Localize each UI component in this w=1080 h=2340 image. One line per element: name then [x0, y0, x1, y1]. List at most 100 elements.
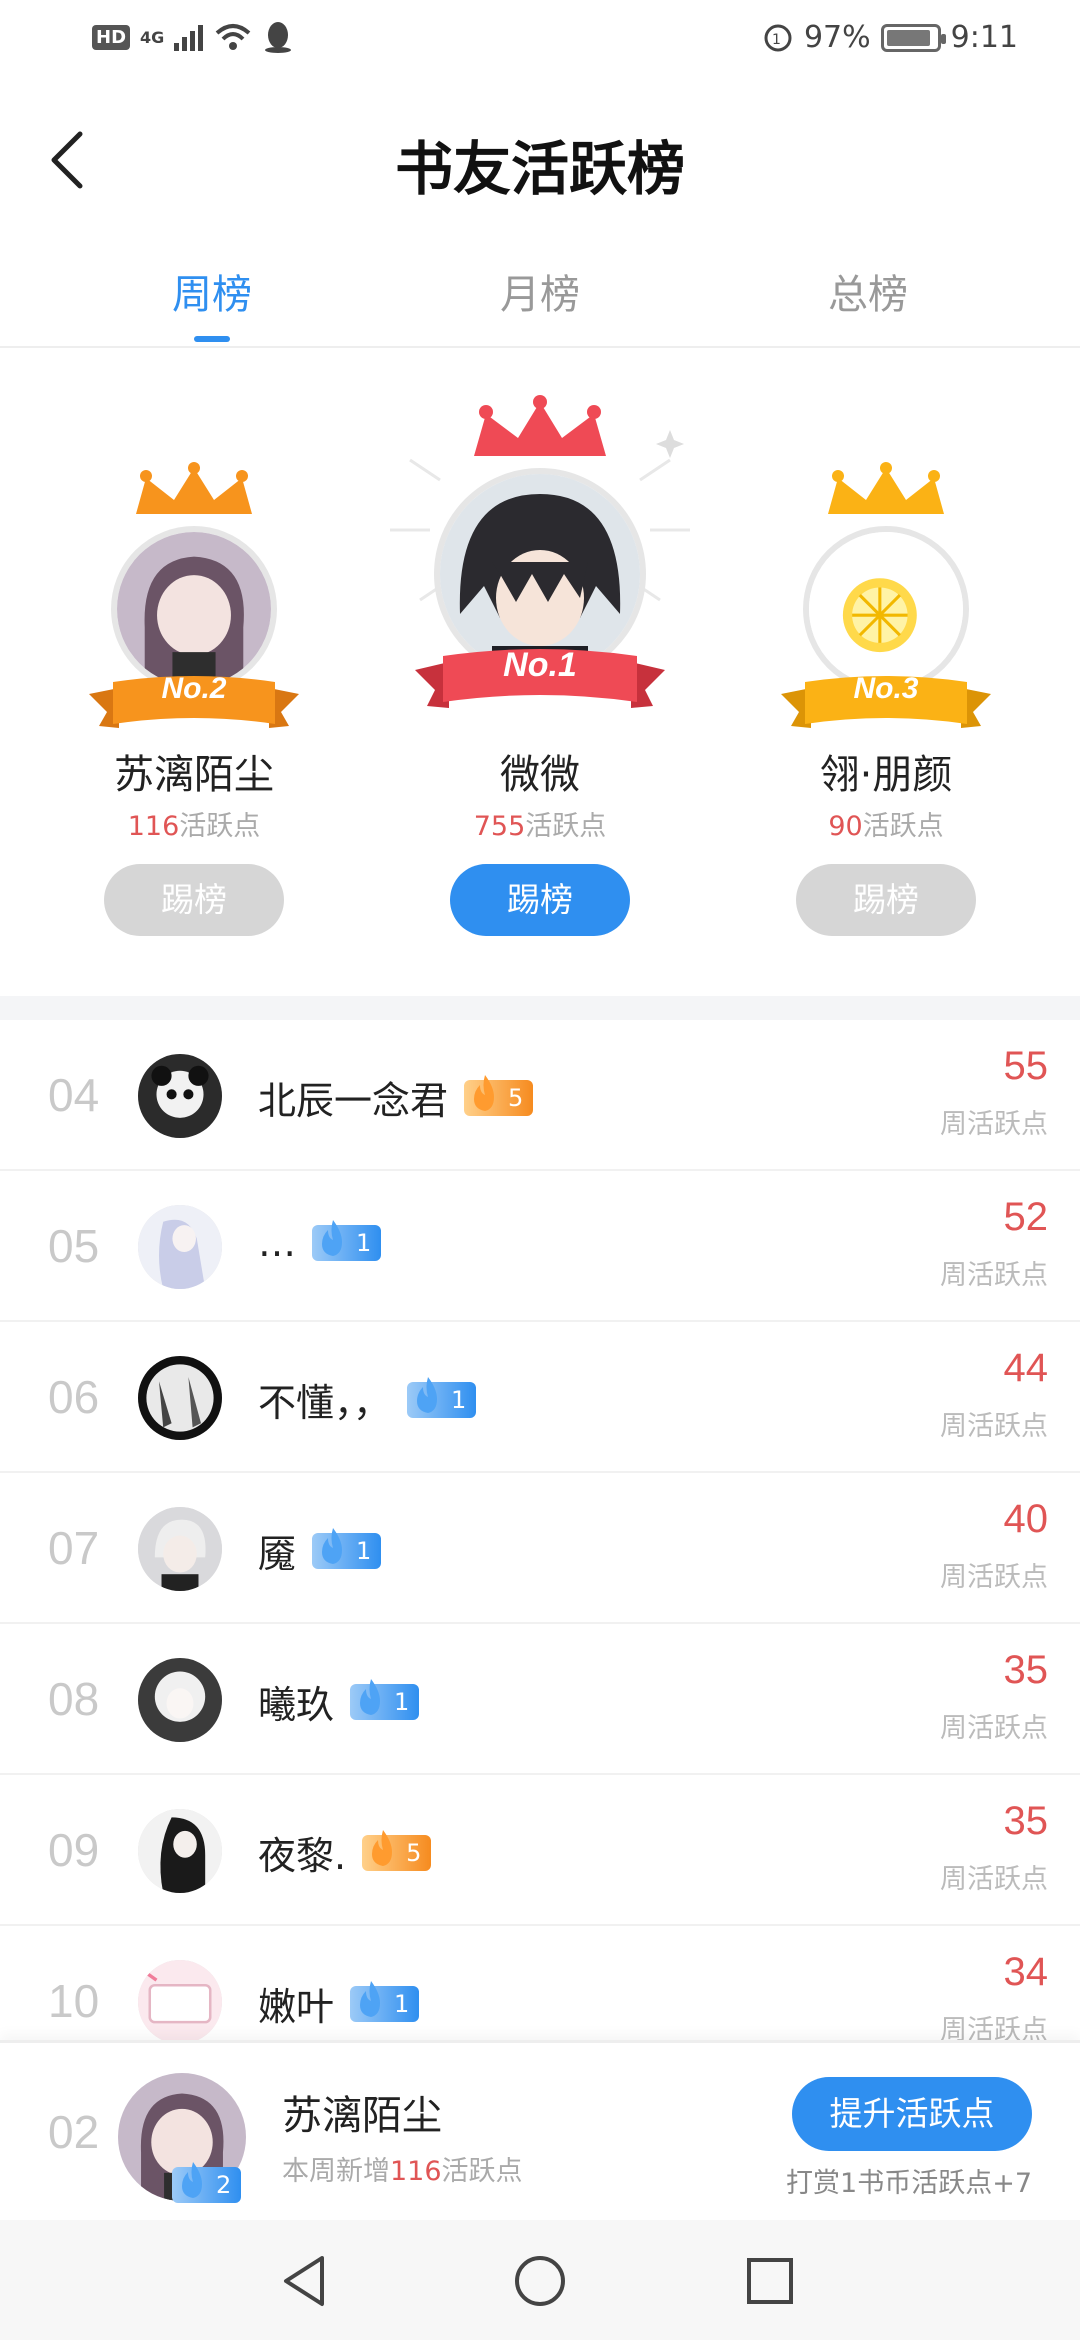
rank-badge: No.1: [503, 646, 577, 684]
my-name: 苏漓陌尘: [282, 2093, 442, 2139]
square-recent-icon: [747, 2258, 793, 2304]
flame-icon: [322, 1220, 342, 1256]
tab-bar: 周榜 月榜 总榜: [0, 252, 1080, 348]
avatar-image: [138, 1205, 222, 1289]
avatar[interactable]: [138, 1809, 222, 1893]
list-item[interactable]: 08 曦玖 1 35 周活跃点: [0, 1624, 1080, 1775]
tab-monthly[interactable]: 月榜: [440, 262, 640, 320]
level-value: 1: [394, 1989, 410, 2018]
rank-badge: No.3: [853, 672, 919, 705]
user-name: 夜黎.: [258, 1834, 347, 1878]
list-item-name-wrap: … 1: [258, 1220, 382, 1265]
avatar-image: [138, 1507, 222, 1591]
hd-indicator: HD: [92, 24, 131, 50]
list-item-name-wrap: 嫩叶 1: [258, 1976, 420, 2031]
score-value: 35: [1003, 1648, 1049, 1692]
clock: 9:11: [950, 20, 1018, 55]
rank-number: 05: [48, 1220, 100, 1272]
podium-name: 翎·朋颜: [819, 752, 953, 798]
avatar[interactable]: [138, 1507, 222, 1591]
list-item-name-wrap: 曦玖 1: [258, 1674, 420, 1729]
tab-monthly-label: 月榜: [500, 272, 580, 318]
flame-icon: [372, 1829, 393, 1866]
flame-icon: [360, 1678, 381, 1715]
wifi-icon: [215, 24, 251, 50]
podium-first: No.1 微微 755活跃点 踢榜: [370, 350, 710, 950]
qq-icon: [265, 22, 292, 53]
podium: No.2 苏漓陌尘 116活跃点 踢榜 No.1 微微 755活跃点 踢榜 No…: [0, 350, 1080, 996]
nav-home-button[interactable]: [505, 2246, 575, 2316]
podium-third: No.3 翎·朋颜 90活跃点 踢榜: [716, 350, 1056, 950]
avatar-image: [138, 1960, 222, 2040]
list-item[interactable]: 10 嫩叶 1 34 周活跃点: [0, 1926, 1080, 2040]
points-suffix: 活跃点: [525, 811, 607, 842]
header: 书友活跃榜: [0, 100, 1080, 220]
level-value: 1: [356, 1229, 372, 1257]
points-value: 90: [828, 811, 863, 842]
podium-name: 苏漓陌尘: [114, 752, 274, 798]
score-label: 周活跃点: [940, 1411, 1048, 1442]
battery-icon: [880, 23, 946, 52]
my-weekly-desc: 本周新增116活跃点: [282, 2149, 523, 2188]
score-value: 52: [1003, 1195, 1049, 1239]
status-left: HD 4G: [92, 20, 293, 54]
list-item[interactable]: 07 魇 1 40 周活跃点: [0, 1473, 1080, 1624]
list-item-name-wrap: 夜黎. 5: [258, 1825, 432, 1880]
score-value: 55: [1003, 1044, 1049, 1088]
tab-total-label: 总榜: [828, 272, 908, 318]
rank-number: 10: [48, 1975, 100, 2027]
rank-number: 06: [48, 1371, 100, 1423]
podium-second: No.2 苏漓陌尘 116活跃点 踢榜: [24, 350, 364, 950]
score-label: 周活跃点: [940, 1260, 1048, 1291]
points-suffix: 活跃点: [862, 811, 944, 842]
boost-activity-button[interactable]: 提升活跃点: [792, 2077, 1032, 2151]
avatar[interactable]: [138, 1205, 222, 1289]
avatar-image: [117, 532, 271, 686]
crown-icon: [136, 462, 252, 514]
level-value: 5: [406, 1838, 422, 1867]
list-item[interactable]: 04 北辰一念君 5 55 周活跃点: [0, 1020, 1080, 1171]
list-item[interactable]: 05 … 1 52 周活跃点: [0, 1171, 1080, 1322]
points-suffix: 活跃点: [179, 811, 261, 842]
level-badge: 1: [312, 1527, 382, 1569]
avatar-image: [138, 1356, 222, 1440]
rank-number: 08: [48, 1673, 100, 1725]
avatar[interactable]: [138, 1960, 222, 2040]
kick-button[interactable]: 踢榜: [796, 864, 976, 936]
user-name: 曦玖: [258, 1683, 335, 1727]
svg-text:1: 1: [772, 32, 781, 48]
points-value: 116: [127, 811, 180, 842]
avatar[interactable]: [138, 1658, 222, 1742]
rank-number: 04: [48, 1069, 100, 1121]
page-title: 书友活跃榜: [394, 135, 685, 203]
tab-total[interactable]: 总榜: [768, 262, 968, 320]
avatar-image: [138, 1809, 222, 1893]
score-label: 周活跃点: [940, 1109, 1048, 1140]
avatar[interactable]: [138, 1356, 222, 1440]
avatar-image: [138, 1054, 222, 1138]
desc-prefix: 本周新增: [282, 2156, 390, 2187]
rank-number: 07: [48, 1522, 100, 1574]
level-badge: 1: [350, 1678, 420, 1720]
kick-button[interactable]: 踢榜: [450, 864, 630, 936]
status-bar: HD 4G 1 97% 9:11: [0, 0, 1080, 84]
avatar[interactable]: [138, 1054, 222, 1138]
rank-number: 09: [48, 1824, 100, 1876]
level-value: 2: [216, 2171, 232, 2199]
nav-recent-button[interactable]: [735, 2246, 805, 2316]
level-value: 1: [394, 1687, 410, 1716]
tab-weekly[interactable]: 周榜: [112, 262, 312, 342]
battery-percent: 97%: [803, 20, 871, 55]
score-value: 34: [1003, 1950, 1049, 1994]
level-value: 1: [356, 1536, 372, 1565]
nav-back-button[interactable]: [272, 2246, 342, 2316]
user-name: …: [258, 1221, 296, 1265]
points-value: 755: [473, 811, 526, 842]
kick-button[interactable]: 踢榜: [104, 864, 284, 936]
crown-icon: [828, 462, 944, 514]
user-name: 嫩叶: [258, 1985, 335, 2029]
list-item[interactable]: 06 不懂，， 1 44 周活跃点: [0, 1322, 1080, 1473]
list-item[interactable]: 09 夜黎. 5 35 周活跃点: [0, 1775, 1080, 1926]
circle-home-icon: [515, 2256, 565, 2306]
score-label: 周活跃点: [940, 1713, 1048, 1744]
